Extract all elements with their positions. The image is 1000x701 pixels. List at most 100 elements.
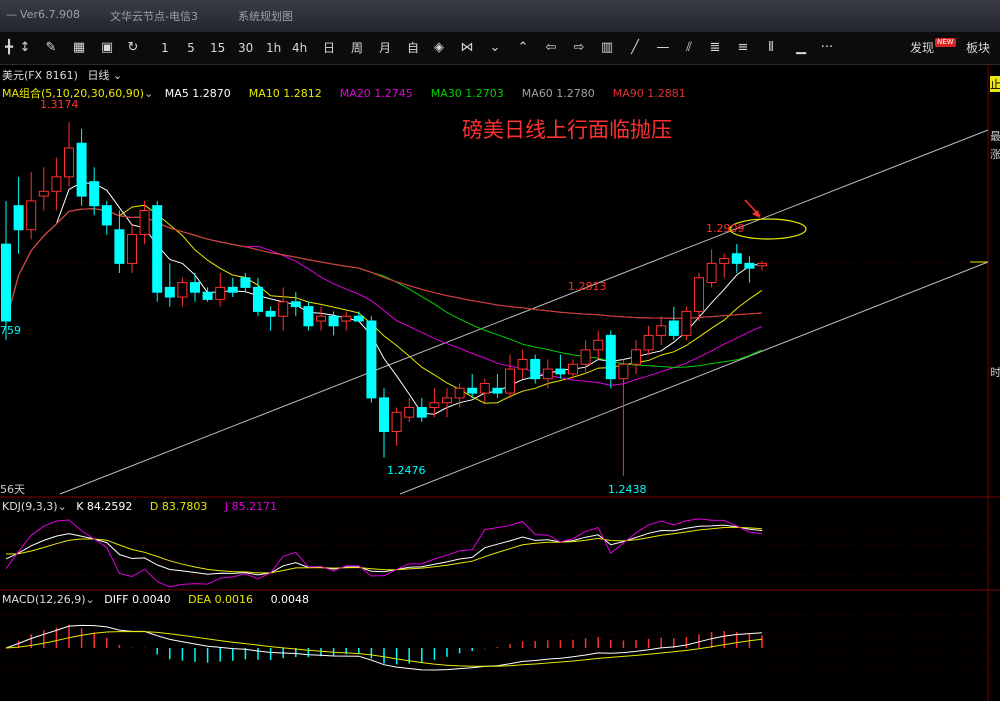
candle-body-18 bbox=[227, 286, 238, 293]
right-label-1: 最 bbox=[990, 130, 1000, 143]
candle-body-10 bbox=[127, 234, 137, 264]
candlesticks bbox=[1, 122, 767, 476]
candle-body-48 bbox=[605, 334, 616, 380]
kdj-j: J 85.2171 bbox=[224, 500, 278, 513]
candle-body-38 bbox=[479, 382, 490, 394]
ma-item-0: MA5 1.2870 bbox=[164, 87, 231, 100]
right-top-marker[interactable]: 止 bbox=[990, 76, 1000, 92]
candle-body-53 bbox=[668, 320, 679, 336]
mid-price-label: 1.2813 bbox=[568, 280, 607, 293]
ma-item-3: MA30 1.2703 bbox=[430, 87, 504, 100]
candle-body-9 bbox=[114, 229, 125, 264]
candle-body-36 bbox=[454, 387, 465, 399]
candle-body-4 bbox=[51, 176, 62, 192]
candle-body-15 bbox=[190, 282, 200, 293]
candle-body-51 bbox=[643, 334, 654, 351]
macd-chevron-icon[interactable]: ⌄ bbox=[86, 593, 95, 606]
candle-body-22 bbox=[278, 301, 289, 317]
kdj-legend: KDJ(9,3,3)⌄ K 84.2592 D 83.7803 J 85.217… bbox=[2, 500, 277, 513]
candle-body-49 bbox=[618, 363, 629, 380]
candle-body-50 bbox=[631, 349, 641, 365]
period-selector[interactable]: 日线 ⌄ bbox=[87, 69, 122, 82]
candle-body-20 bbox=[253, 286, 263, 312]
candle-body-39 bbox=[492, 387, 503, 394]
right-time-mark: 时 bbox=[990, 366, 1000, 379]
candle-body-56 bbox=[706, 262, 717, 284]
macd-value: 0.0048 bbox=[270, 593, 310, 606]
candle-body-37 bbox=[467, 387, 478, 394]
candle-body-1 bbox=[13, 205, 24, 231]
kdj-k: K 84.2592 bbox=[76, 500, 133, 513]
candle-body-59 bbox=[744, 262, 755, 269]
days-label: 56天 bbox=[0, 483, 25, 496]
candle-body-43 bbox=[542, 368, 553, 380]
candle-body-54 bbox=[681, 310, 692, 336]
candle-body-7 bbox=[89, 181, 100, 207]
candle-body-45 bbox=[568, 363, 578, 375]
chart-annotation-title: 磅美日线上行面临抛压 bbox=[462, 118, 672, 142]
candle-body-13 bbox=[164, 286, 175, 298]
ma-item-4: MA60 1.2780 bbox=[521, 87, 595, 100]
candle-body-30 bbox=[379, 397, 389, 433]
right-label-2: 涨 bbox=[990, 148, 1000, 161]
candle-body-29 bbox=[366, 320, 377, 399]
candle-body-5 bbox=[64, 147, 74, 178]
candle-body-19 bbox=[240, 277, 251, 288]
candle-body-17 bbox=[215, 286, 226, 300]
symbol-name[interactable]: 美元(FX 8161) bbox=[2, 69, 78, 82]
candle-body-44 bbox=[555, 368, 566, 375]
channel-upper-line bbox=[59, 129, 989, 495]
candle-body-0 bbox=[1, 243, 11, 322]
candle-body-52 bbox=[656, 325, 667, 336]
candle-body-14 bbox=[177, 282, 188, 298]
candle-body-3 bbox=[38, 190, 49, 197]
kdj-chevron-icon[interactable]: ⌄ bbox=[58, 500, 67, 513]
candle-body-34 bbox=[429, 402, 440, 409]
kdj-j-line bbox=[5, 518, 763, 588]
candle-body-27 bbox=[341, 315, 352, 322]
candle-body-57 bbox=[719, 258, 730, 264]
candle-body-35 bbox=[442, 397, 452, 404]
high-price-label: 1.3174 bbox=[40, 98, 79, 111]
low-price-label-1: 1.2476 bbox=[387, 464, 426, 477]
candle-body-33 bbox=[416, 407, 427, 418]
candle-body-32 bbox=[404, 407, 415, 418]
symbol-bar: 美元(FX 8161) 日线 ⌄ bbox=[2, 67, 122, 83]
candle-body-12 bbox=[152, 205, 163, 293]
candle-body-58 bbox=[731, 253, 742, 264]
candle-body-26 bbox=[328, 315, 339, 327]
macd-legend: MACD(12,26,9)⌄ DIFF 0.0040 DEA 0.0016 0.… bbox=[2, 593, 309, 606]
kdj-k-line bbox=[5, 524, 763, 576]
kdj-d: D 83.7803 bbox=[149, 500, 208, 513]
kdj-name[interactable]: KDJ(9,3,3) bbox=[2, 500, 58, 513]
left-price-label: 759 bbox=[0, 324, 21, 337]
candle-body-8 bbox=[101, 205, 112, 226]
candle-body-42 bbox=[530, 358, 541, 380]
candle-body-21 bbox=[265, 310, 276, 317]
macd-dea: DEA 0.0016 bbox=[188, 593, 254, 606]
candle-body-16 bbox=[202, 291, 213, 300]
kdj-d-line bbox=[5, 526, 763, 574]
candle-body-60 bbox=[757, 262, 767, 267]
candle-body-6 bbox=[76, 142, 87, 197]
peak-price-label: 1.2909 bbox=[706, 222, 745, 235]
macd-panel bbox=[5, 624, 763, 671]
low-price-label-2: 1.2438 bbox=[608, 483, 647, 496]
candle-body-55 bbox=[694, 277, 704, 312]
candle-body-23 bbox=[290, 301, 301, 308]
candle-body-2 bbox=[26, 200, 37, 231]
ma-item-5: MA90 1.2881 bbox=[612, 87, 686, 100]
candle-body-31 bbox=[391, 411, 402, 433]
ma-group-chevron-icon[interactable]: ⌄ bbox=[144, 87, 153, 100]
candle-body-24 bbox=[303, 306, 314, 327]
trend-channel bbox=[59, 129, 989, 495]
ma-legend: MA组合(5,10,20,30,60,90)⌄ MA5 1.2870 MA10 1… bbox=[2, 85, 686, 101]
candle-body-41 bbox=[517, 358, 528, 370]
kdj-panel bbox=[5, 518, 763, 588]
candle-body-40 bbox=[505, 368, 515, 394]
macd-diff: DIFF 0.0040 bbox=[104, 593, 171, 606]
macd-name[interactable]: MACD(12,26,9) bbox=[2, 593, 86, 606]
ma-item-1: MA10 1.2812 bbox=[248, 87, 322, 100]
candle-body-25 bbox=[316, 315, 326, 322]
candle-body-11 bbox=[139, 210, 150, 236]
